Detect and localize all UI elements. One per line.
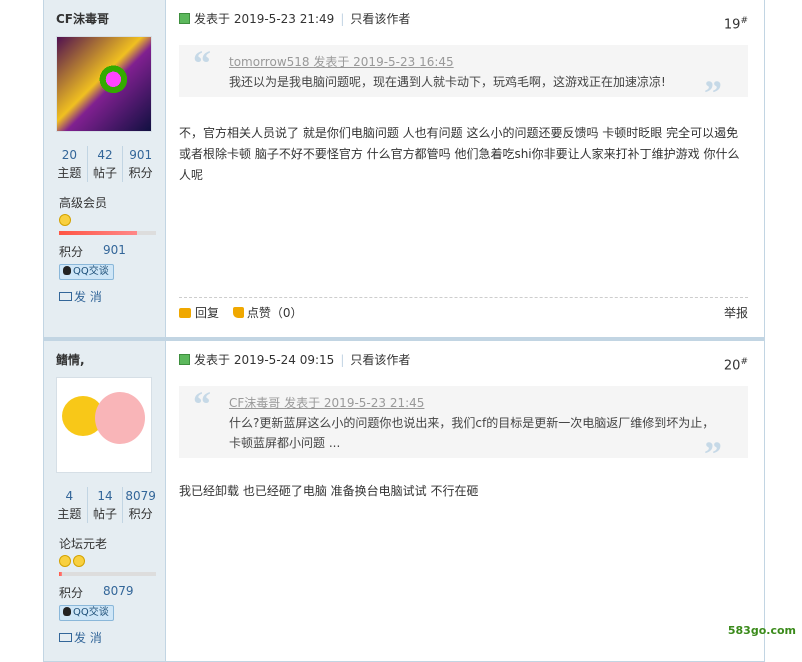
author-stats: 4 主题 14 帖子 8079 积分 (52, 487, 158, 523)
post-main: 发表于 2019-5-23 21:49 | 只看该作者 19# “ tomorrow… (179, 0, 748, 337)
author-name[interactable]: CF沫毒哥 (56, 10, 109, 27)
quote-source-link[interactable]: CF沫毒哥 发表于 2019-5-23 21:45 (229, 393, 718, 413)
level-star-icon (59, 555, 71, 567)
level-progress-fill (59, 231, 137, 235)
stat-credits[interactable]: 8079 积分 (122, 487, 158, 523)
post-content: 我已经卸载 也已经砸了电脑 准备换台电脑试试 不行在砸 (179, 484, 479, 498)
author-name[interactable]: 鳍情, (56, 351, 85, 368)
quote-source-link[interactable]: tomorrow518 发表于 2019-5-23 16:45 (229, 52, 748, 72)
site-watermark: 583go.com (727, 624, 796, 637)
post-time: 发表于 2019-5-24 09:15 (194, 353, 335, 367)
report-link[interactable]: 举报 (724, 298, 748, 328)
reply-button[interactable]: 回复 (179, 306, 219, 320)
post-header: 发表于 2019-5-24 09:15 | 只看该作者 20# (179, 351, 748, 373)
avatar[interactable] (56, 36, 152, 132)
floor-number[interactable]: 19# (724, 12, 748, 34)
user-group[interactable]: 高级会员 (59, 194, 107, 211)
author-panel: CF沫毒哥 20 主题 42 帖子 901 积分 高级会员 积分 901 QQ交谈 发 … (44, 0, 166, 337)
post-19: CF沫毒哥 20 主题 42 帖子 901 积分 高级会员 积分 901 QQ交谈 发 … (43, 0, 765, 338)
post-footer: 回复 点赞（0） 举报 (179, 297, 748, 328)
quote-open-icon: “ (193, 43, 211, 83)
stat-posts[interactable]: 42 帖子 (86, 146, 123, 182)
points-row: 积分 8079 (59, 584, 134, 600)
quote-block: “ tomorrow518 发表于 2019-5-23 16:45 我还以为是我… (179, 43, 748, 113)
qq-penguin-icon (63, 266, 71, 275)
author-only-link[interactable]: 只看该作者 (350, 12, 410, 26)
author-only-link[interactable]: 只看该作者 (350, 353, 410, 367)
online-status-icon (179, 354, 190, 365)
quote-open-icon: “ (193, 384, 211, 424)
stat-threads[interactable]: 4 主题 (52, 487, 87, 523)
floor-number[interactable]: 20# (724, 353, 748, 375)
thumbs-up-icon (232, 307, 244, 318)
reply-icon (179, 308, 191, 318)
post-time: 发表于 2019-5-23 21:49 (194, 12, 335, 26)
author-stats: 20 主题 42 帖子 901 积分 (52, 146, 158, 182)
quote-text: 什么?更新蓝屏这么小的问题你也说出来，我们cf的目标是更新一次电脑返厂维修到坏为… (229, 416, 715, 450)
like-button[interactable]: 点赞（0） (223, 306, 302, 320)
avatar-figure-pink (95, 392, 145, 444)
avatar[interactable] (56, 377, 152, 473)
post-content: 不，官方相关人员说了 就是你们电脑问题 人也有问题 这么小的问题还要反馈吗 卡顿… (179, 126, 740, 182)
qq-penguin-icon (63, 607, 71, 616)
quote-close-icon: ” (704, 434, 722, 474)
stat-posts[interactable]: 14 帖子 (86, 487, 123, 523)
post-header: 发表于 2019-5-23 21:49 | 只看该作者 19# (179, 10, 748, 32)
level-star-icon (59, 214, 71, 226)
mail-icon (59, 633, 72, 642)
send-message-link[interactable]: 发 消 (59, 288, 102, 305)
level-progress (59, 231, 156, 235)
send-message-link[interactable]: 发 消 (59, 629, 102, 646)
level-progress (59, 572, 156, 576)
online-status-icon (179, 13, 190, 24)
quote-block: “ CF沫毒哥 发表于 2019-5-23 21:45 什么?更新蓝屏这么小的问… (179, 384, 748, 474)
post-20: 鳍情, 4 主题 14 帖子 8079 积分 论坛元老 积分 8079 QQ交谈 发 消… (43, 338, 765, 662)
level-progress-fill (59, 572, 62, 576)
qq-chat-button[interactable]: QQ交谈 (59, 605, 114, 621)
quote-text: 我还以为是我电脑问题呢，现在遇到人就卡动下，玩鸡毛啊，这游戏正在加速凉凉! (229, 75, 666, 89)
level-star-icon (73, 555, 85, 567)
mail-icon (59, 292, 72, 301)
quote-close-icon: ” (704, 73, 722, 113)
stat-threads[interactable]: 20 主题 (52, 146, 87, 182)
points-row: 积分 901 (59, 243, 126, 259)
qq-chat-button[interactable]: QQ交谈 (59, 264, 114, 280)
post-main: 发表于 2019-5-24 09:15 | 只看该作者 20# “ CF沫毒哥 发表… (179, 341, 748, 661)
stat-credits[interactable]: 901 积分 (122, 146, 158, 182)
user-group[interactable]: 论坛元老 (59, 535, 107, 552)
author-panel: 鳍情, 4 主题 14 帖子 8079 积分 论坛元老 积分 8079 QQ交谈 发 消 (44, 341, 166, 661)
